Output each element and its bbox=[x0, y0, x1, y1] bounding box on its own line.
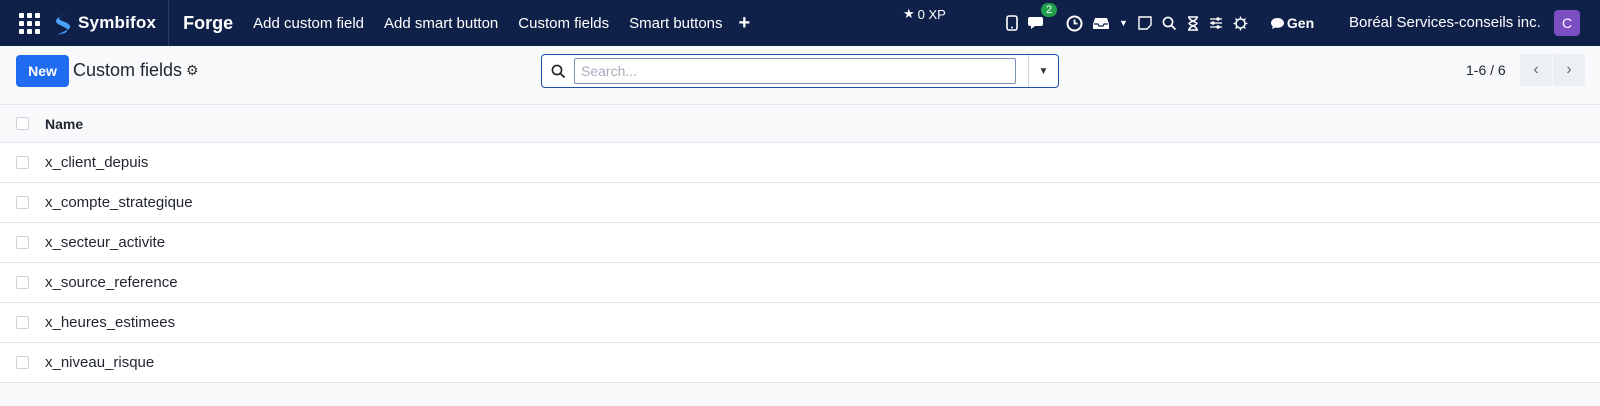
table-row[interactable]: x_compte_strategique bbox=[0, 183, 1600, 223]
inbox-icon[interactable] bbox=[1093, 16, 1109, 30]
menu-add-custom-field[interactable]: Add custom field bbox=[243, 15, 374, 32]
brand-name: Symbifox bbox=[78, 13, 157, 32]
row-name: x_secteur_activite bbox=[45, 234, 166, 251]
row-checkbox[interactable] bbox=[16, 356, 29, 369]
search-input[interactable] bbox=[574, 58, 1016, 84]
table-row[interactable]: x_client_depuis bbox=[0, 143, 1600, 183]
search-box: ▼ bbox=[541, 54, 1059, 88]
table-row[interactable]: x_niveau_risque bbox=[0, 343, 1600, 383]
hourglass-icon[interactable] bbox=[1187, 15, 1199, 31]
row-name: x_source_reference bbox=[45, 274, 178, 291]
column-header-name[interactable]: Name bbox=[45, 116, 83, 132]
app-menu: Add custom field Add smart button Custom… bbox=[243, 15, 732, 32]
row-name: x_heures_estimees bbox=[45, 314, 176, 331]
select-all-checkbox[interactable] bbox=[16, 117, 29, 130]
chevron-right-icon: › bbox=[1566, 61, 1572, 78]
search-options-toggle[interactable]: ▼ bbox=[1028, 55, 1058, 87]
pager-value[interactable]: 1-6 / 6 bbox=[1466, 62, 1506, 78]
xp-value: 0 XP bbox=[917, 6, 946, 22]
menu-smart-buttons[interactable]: Smart buttons bbox=[619, 15, 732, 32]
user-avatar[interactable]: C bbox=[1554, 10, 1580, 36]
company-switcher[interactable]: Boréal Services-conseils inc. bbox=[1349, 14, 1541, 31]
plus-icon[interactable]: + bbox=[739, 12, 751, 35]
row-name: x_client_depuis bbox=[45, 154, 149, 171]
top-navbar: Symbifox Forge Add custom field Add smar… bbox=[0, 0, 1600, 46]
clock-icon[interactable] bbox=[1066, 15, 1083, 32]
caret-down-icon: ▼ bbox=[1038, 65, 1049, 77]
menu-custom-fields[interactable]: Custom fields bbox=[508, 15, 619, 32]
pager-next-button[interactable]: › bbox=[1553, 54, 1585, 86]
search-icon[interactable] bbox=[1162, 16, 1177, 31]
note-icon[interactable] bbox=[1138, 16, 1152, 30]
menu-add-smart-button[interactable]: Add smart button bbox=[374, 15, 508, 32]
symbifox-logo-icon bbox=[56, 12, 71, 35]
gear-icon[interactable]: ⚙ bbox=[186, 62, 199, 79]
systray: 2 ▼ Gen bbox=[1006, 0, 1314, 46]
phone-icon[interactable] bbox=[1006, 15, 1018, 31]
row-checkbox[interactable] bbox=[16, 196, 29, 209]
messages-badge: 2 bbox=[1041, 3, 1058, 17]
table-row[interactable]: x_source_reference bbox=[0, 263, 1600, 303]
brand-logo[interactable]: Symbifox bbox=[52, 0, 170, 46]
row-name: x_niveau_risque bbox=[45, 354, 155, 371]
list-view: Name x_client_depuis x_compte_strategiqu… bbox=[0, 104, 1600, 383]
bug-icon[interactable] bbox=[1233, 16, 1248, 31]
chat-icon[interactable] bbox=[1270, 17, 1285, 30]
row-checkbox[interactable] bbox=[16, 236, 29, 249]
sliders-icon[interactable] bbox=[1209, 16, 1223, 30]
row-checkbox[interactable] bbox=[16, 156, 29, 169]
row-name: x_compte_strategique bbox=[45, 194, 193, 211]
chevron-left-icon: ‹ bbox=[1533, 61, 1539, 78]
row-checkbox[interactable] bbox=[16, 276, 29, 289]
control-panel: New Custom fields ⚙ ▼ 1-6 / 6 ‹ › bbox=[0, 46, 1600, 104]
messages-icon[interactable]: 2 bbox=[1028, 3, 1058, 31]
table-row[interactable]: x_heures_estimees bbox=[0, 303, 1600, 343]
new-button[interactable]: New bbox=[16, 55, 69, 87]
table-header: Name bbox=[0, 104, 1600, 143]
star-icon: ★ bbox=[903, 6, 915, 21]
gen-label[interactable]: Gen bbox=[1287, 15, 1314, 31]
app-title[interactable]: Forge bbox=[183, 13, 233, 34]
apps-menu-icon[interactable] bbox=[16, 10, 42, 36]
table-row[interactable]: x_secteur_activite bbox=[0, 223, 1600, 263]
xp-indicator[interactable]: ★ 0 XP bbox=[903, 6, 946, 22]
row-checkbox[interactable] bbox=[16, 316, 29, 329]
pager-previous-button[interactable]: ‹ bbox=[1520, 54, 1552, 86]
page-title: Custom fields bbox=[73, 60, 183, 80]
caret-down-icon[interactable]: ▼ bbox=[1119, 18, 1128, 28]
search-icon bbox=[542, 64, 574, 79]
